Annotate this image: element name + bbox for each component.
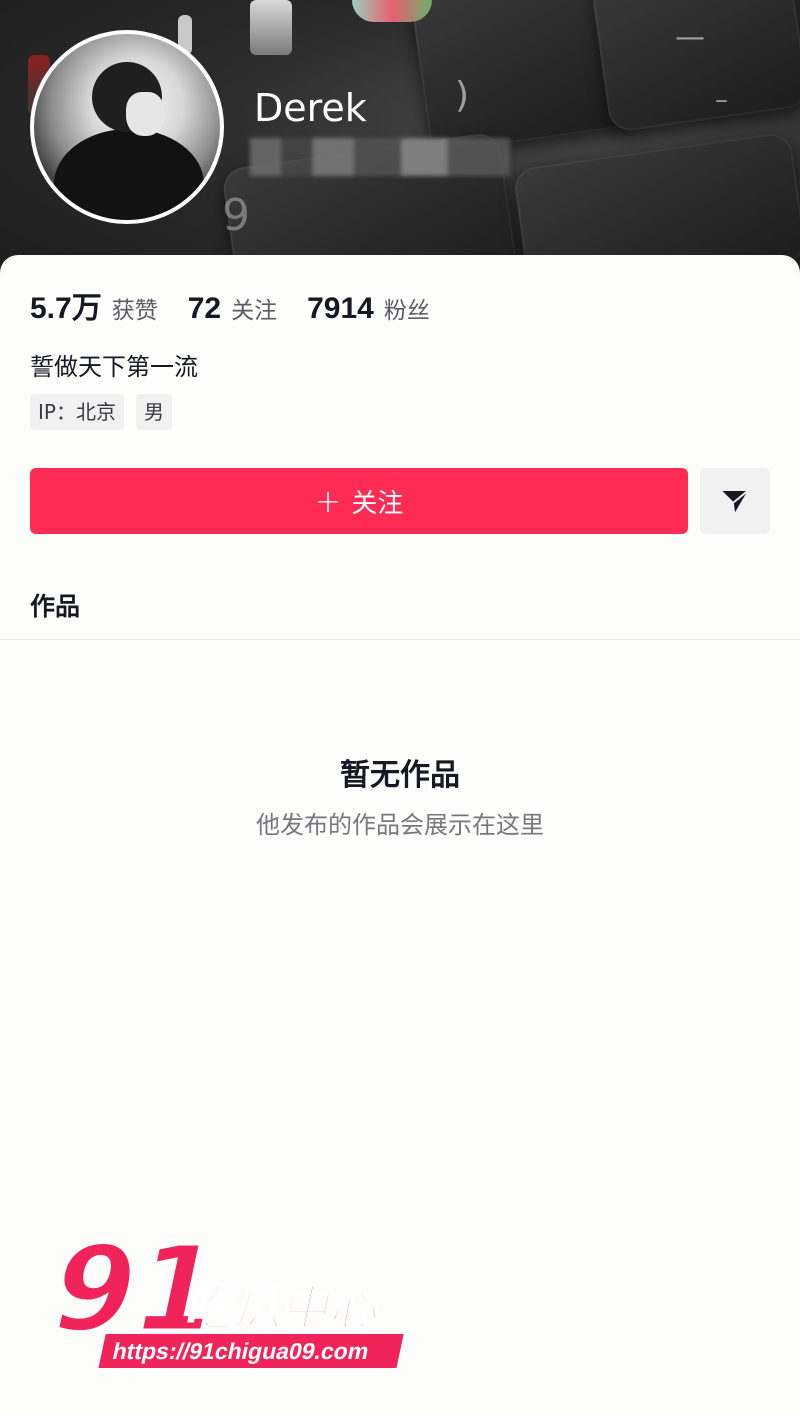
avatar-figure-body [54,129,204,220]
avatar-figure-hand [126,92,164,136]
profile-bio: 誓做天下第一流 [30,353,198,381]
stat-value: 5.7万 [30,292,102,325]
stat-likes[interactable]: 5.7万 获赞 [30,283,158,327]
gender-tag: 男 [135,394,172,430]
empty-state-subtitle: 他发布的作品会展示在这里 [256,811,544,839]
empty-state-title: 暂无作品 [340,758,460,793]
cover-key-glyph: ) [455,75,470,116]
cover-key-glyph: – [715,85,728,115]
cover-figurine [352,0,432,22]
send-icon [722,490,749,513]
tab-works[interactable]: 作品 [30,587,80,623]
follow-button[interactable]: + 关注 [30,468,688,534]
stat-value: 7914 [307,292,374,325]
cover-key-glyph: 9 [222,190,250,241]
stat-value: 72 [187,292,222,325]
username: Derek [254,86,367,130]
follow-button-label: 关注 [351,488,404,519]
stat-following[interactable]: 72 关注 [188,291,277,326]
ip-location-tag: IP：北京 [30,394,124,430]
tab-divider [0,639,800,640]
avatar[interactable] [30,30,224,224]
cover-key-glyph: — [675,20,705,55]
stat-followers[interactable]: 7914 粉丝 [307,291,430,326]
site-watermark-logo: 91 吃瓜中心 https://91chigua09.com [38,1220,407,1370]
send-message-button[interactable] [700,468,770,534]
plus-icon: + [314,482,342,520]
cover-figurine [250,0,292,55]
profile-stats: 5.7万 获赞 72 关注 7914 粉丝 [30,283,430,327]
stat-label: 粉丝 [383,298,430,324]
user-id-blurred [250,138,510,176]
stat-label: 获赞 [111,298,158,324]
watermark-name: 吃瓜中心 [182,1281,386,1336]
stat-label: 关注 [231,298,278,324]
profile-tags: IP：北京 男 [30,394,172,430]
watermark-url: https://91chigua09.com [110,1338,371,1364]
